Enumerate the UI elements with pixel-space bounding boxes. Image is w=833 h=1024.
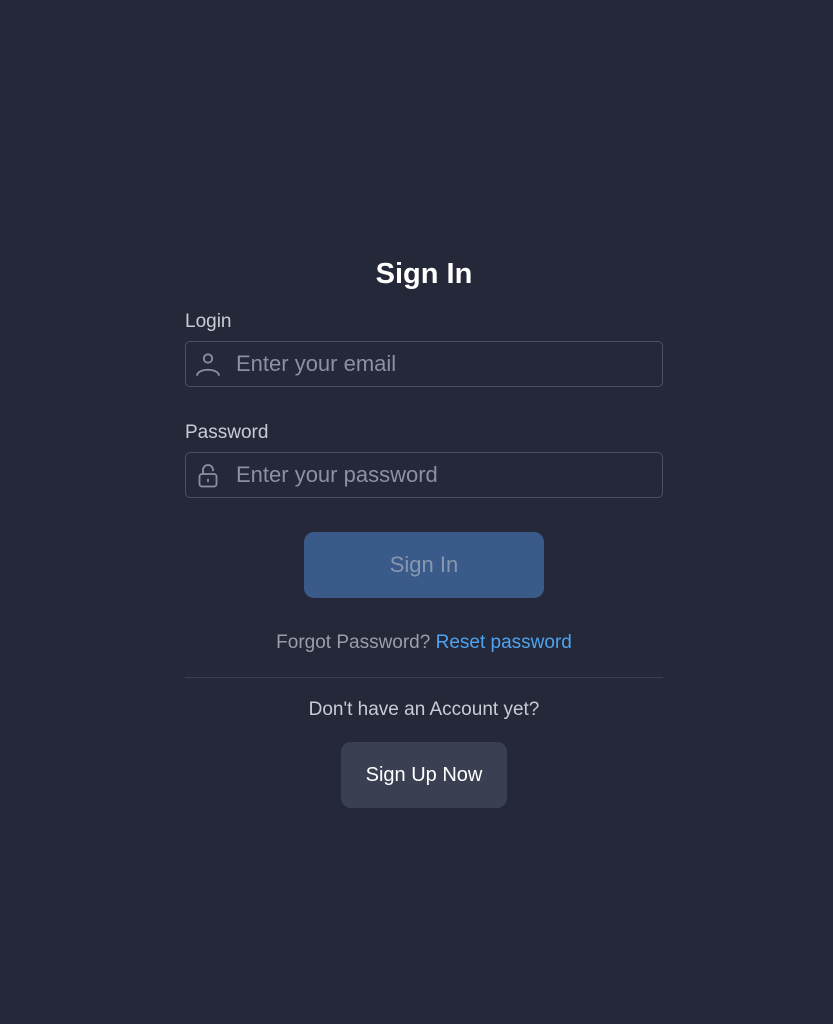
sign-in-form: Sign In Login Password Sign In Forgot Pa… [185,250,663,808]
forgot-password-row: Forgot Password? Reset password [185,631,663,655]
lock-icon [198,464,218,488]
login-field [185,341,663,387]
password-label: Password [185,422,269,443]
page-title: Sign In [375,258,473,290]
password-input[interactable] [236,453,656,496]
user-icon [196,353,220,376]
sign-in-button[interactable]: Sign In [304,532,544,598]
sign-in-page: Sign In Login Password Sign In Forgot Pa… [0,0,833,1024]
divider [185,677,663,678]
email-input[interactable] [236,342,656,385]
no-account-text: Don't have an Account yet? [308,699,540,720]
sign-up-button[interactable]: Sign Up Now [341,742,507,808]
reset-password-link[interactable]: Reset password [436,632,572,653]
login-label: Login [185,311,232,332]
forgot-password-text: Forgot Password? [276,632,431,653]
password-field [185,452,663,498]
